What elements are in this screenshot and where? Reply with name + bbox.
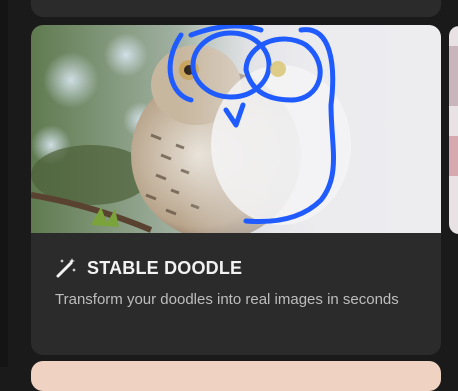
card-image: [31, 25, 441, 233]
previous-card[interactable]: [31, 0, 441, 17]
card-title-row: STABLE DOODLE: [55, 257, 242, 279]
next-column-card[interactable]: [449, 26, 458, 234]
card-description: Transform your doodles into real images …: [55, 291, 399, 308]
page-edge: [0, 0, 8, 367]
stable-doodle-card[interactable]: STABLE DOODLE Transform your doodles int…: [31, 25, 441, 355]
card-title: STABLE DOODLE: [87, 257, 243, 278]
next-card[interactable]: [31, 361, 441, 391]
magic-wand-icon: [55, 257, 77, 279]
